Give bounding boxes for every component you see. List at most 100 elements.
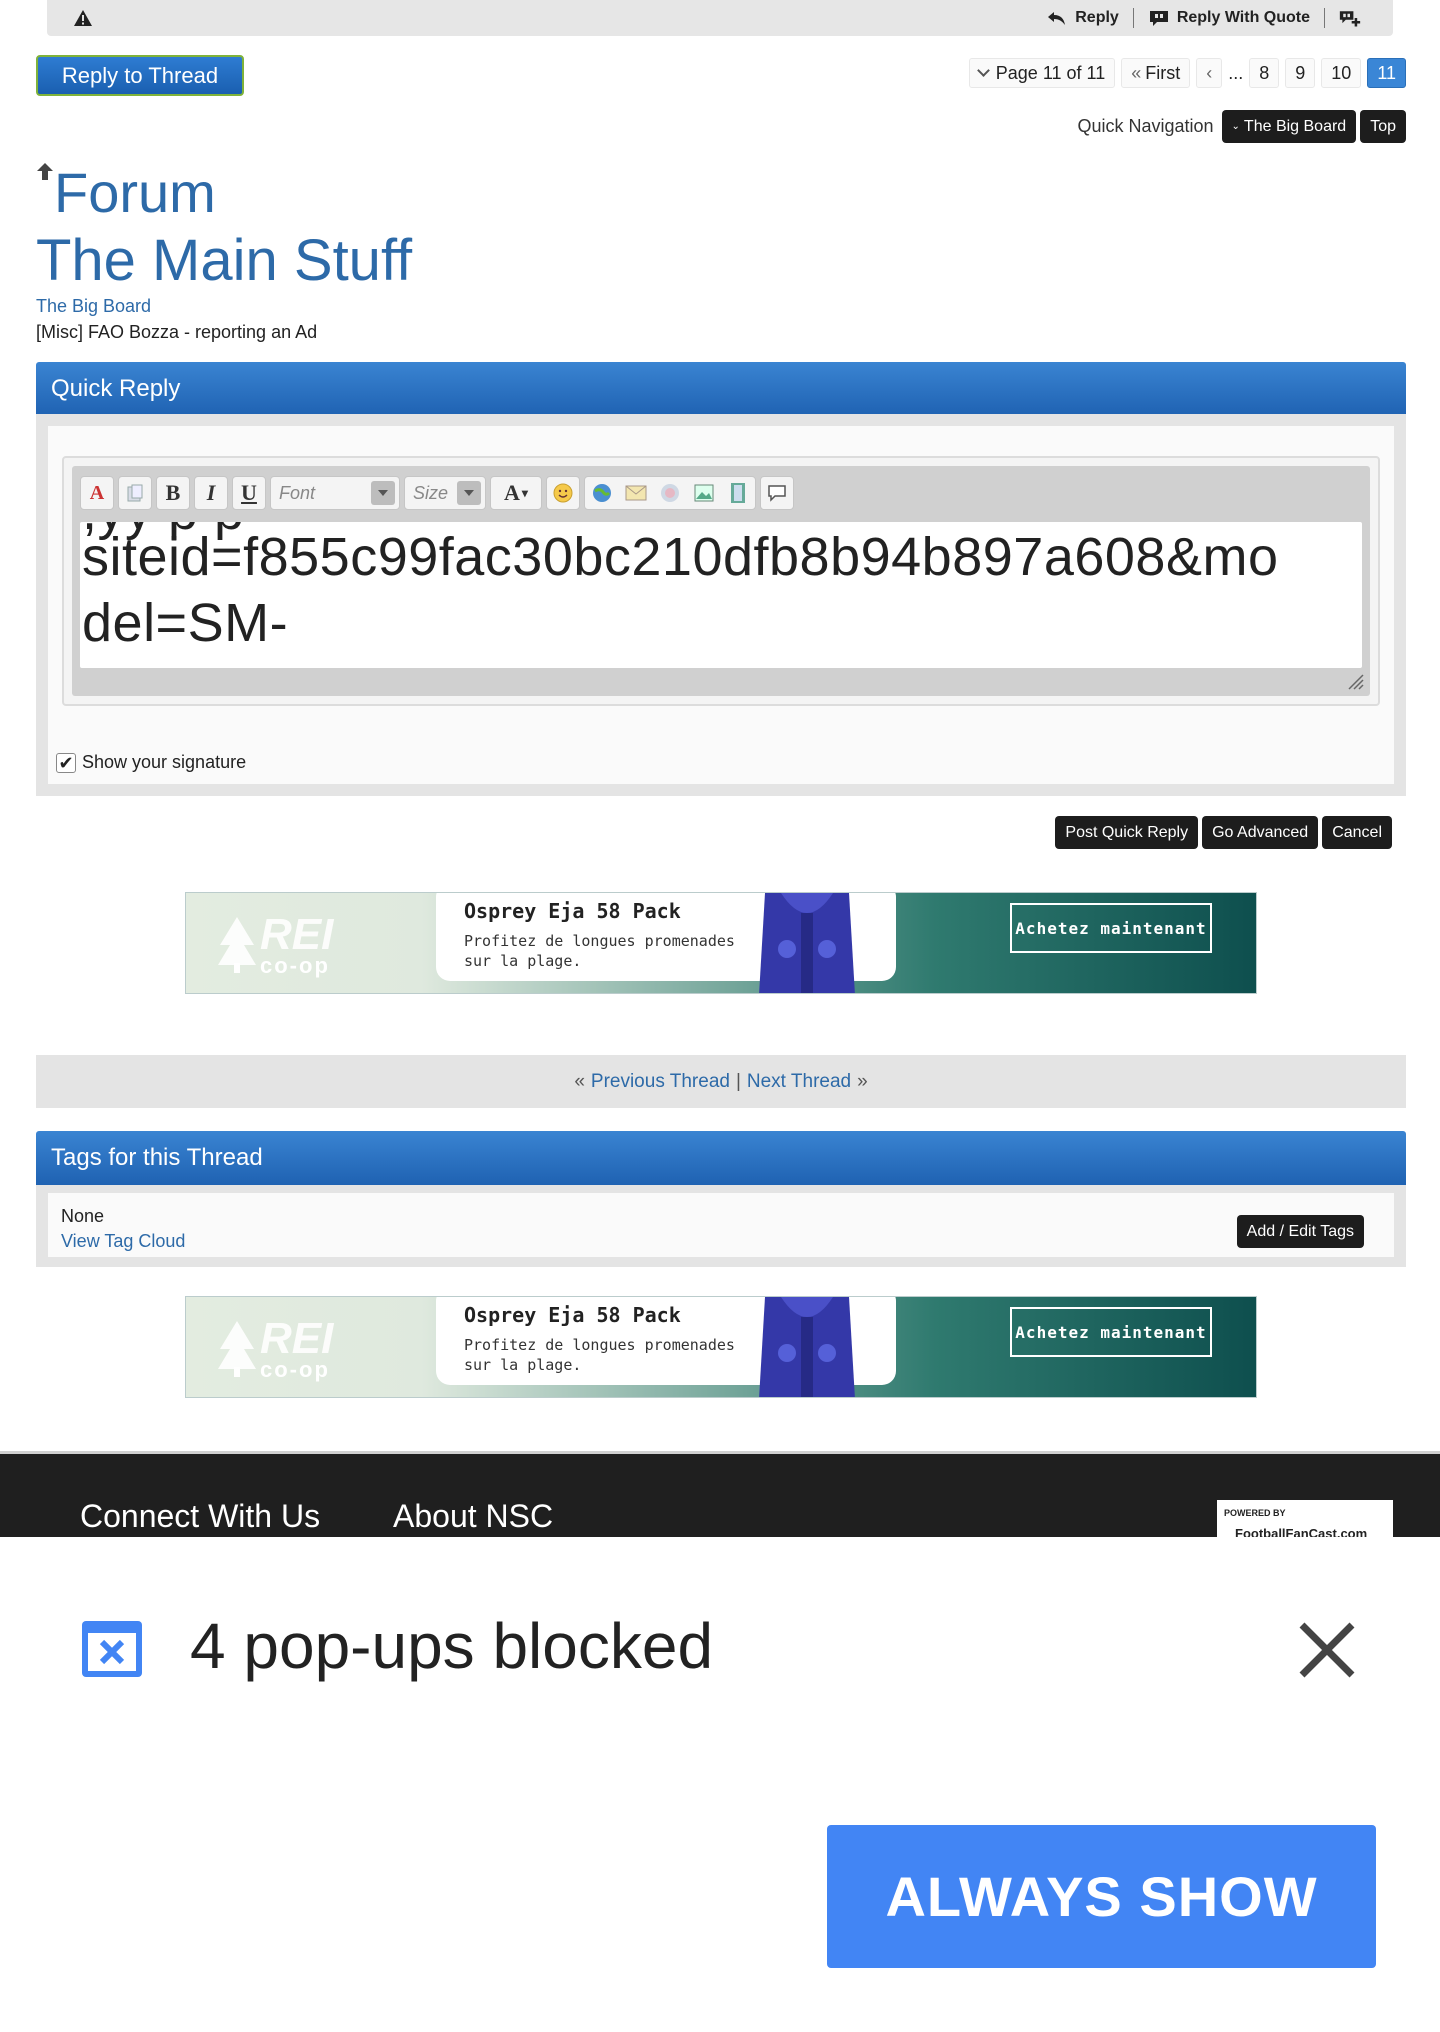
- page-link[interactable]: 10: [1321, 58, 1362, 88]
- breadcrumb-board-link[interactable]: The Big Board: [36, 296, 151, 317]
- editor-frame: A B I U Font Size A ▾ siteid=f855c99fac3…: [62, 456, 1380, 706]
- italic-button[interactable]: I: [194, 476, 228, 510]
- reply-textarea[interactable]: ,yy p p siteid=f855c99fac30bc210dfb8b94b…: [80, 522, 1362, 668]
- first-label: First: [1145, 62, 1181, 83]
- bold-button[interactable]: B: [156, 476, 190, 510]
- ad-tagline: Profitez de longues promenades sur la pl…: [464, 1336, 735, 1374]
- insert-video-icon[interactable]: [721, 476, 755, 510]
- go-advanced-button[interactable]: Go Advanced: [1202, 816, 1319, 849]
- text-color-button[interactable]: A ▾: [490, 476, 542, 510]
- reply-with-quote-label: Reply With Quote: [1176, 9, 1310, 26]
- quote-icon[interactable]: [760, 476, 794, 510]
- chevron-left-icon: ‹: [1206, 62, 1213, 83]
- ad-brand-name: REI: [260, 910, 334, 959]
- quick-navigation: Quick Navigation ⌄ The Big Board Top: [1077, 110, 1406, 143]
- email-icon[interactable]: [619, 476, 653, 510]
- page-title[interactable]: The Main Stuff: [36, 226, 412, 296]
- textarea-line: siteid=f855c99fac30bc210dfb8b94b897a608&…: [82, 527, 1279, 587]
- tree-icon: [218, 1321, 256, 1377]
- double-chevron-left-icon: «: [1131, 62, 1142, 83]
- reply-with-quote-link[interactable]: Reply With Quote: [1134, 9, 1324, 27]
- advertisement-banner[interactable]: REI co-op Osprey Eja 58 Pack Profitez de…: [185, 1296, 1257, 1398]
- ad-product-title: Osprey Eja 58 Pack: [464, 899, 681, 923]
- first-page-link[interactable]: « First: [1121, 58, 1191, 88]
- quick-nav-board-dropdown[interactable]: ⌄ The Big Board: [1221, 110, 1357, 143]
- add-edit-tags-button[interactable]: Add / Edit Tags: [1236, 1215, 1364, 1248]
- advertisement-banner[interactable]: REI co-op Osprey Eja 58 Pack Profitez de…: [185, 892, 1257, 994]
- page-link[interactable]: 8: [1249, 58, 1280, 88]
- insert-image-icon[interactable]: [687, 476, 721, 510]
- textarea-line: del=SM-: [82, 593, 289, 653]
- backpack-image: [759, 1297, 855, 1397]
- resize-grip-icon[interactable]: [1346, 672, 1364, 690]
- smiley-icon[interactable]: [546, 476, 580, 510]
- quote-bubble-icon: [1149, 11, 1168, 26]
- chevron-down-icon: [457, 481, 481, 505]
- up-arrow-icon[interactable]: [36, 162, 54, 182]
- connect-with-us-link[interactable]: Connect With Us: [80, 1498, 320, 1535]
- top-button[interactable]: Top: [1360, 110, 1406, 143]
- remove-format-icon[interactable]: A: [80, 476, 114, 510]
- unlink-icon[interactable]: [653, 476, 687, 510]
- tags-none-text: None: [61, 1206, 105, 1226]
- page-link[interactable]: 9: [1285, 58, 1316, 88]
- ad-cta-button[interactable]: Achetez maintenant: [1010, 903, 1212, 953]
- prev-page-button[interactable]: ‹: [1196, 58, 1223, 88]
- show-signature-label: Show your signature: [82, 752, 247, 772]
- previous-thread-link[interactable]: Previous Thread: [591, 1071, 730, 1093]
- ad-brand-logo: REI co-op: [216, 901, 346, 981]
- link-globe-icon[interactable]: [585, 476, 619, 510]
- powered-by-label: POWERED BY: [1224, 1508, 1286, 1518]
- quick-reply-title: Quick Reply: [51, 375, 181, 402]
- footballfancast-badge[interactable]: POWERED BY FootballFanCast.com: [1217, 1500, 1393, 1540]
- popup-blocked-message: 4 pop-ups blocked: [190, 1610, 714, 1682]
- breadcrumb-forum-link[interactable]: Forum: [54, 160, 216, 226]
- font-select[interactable]: Font: [270, 476, 400, 510]
- quick-reply-header: Quick Reply: [36, 362, 1406, 416]
- reply-link[interactable]: Reply: [1032, 9, 1133, 27]
- next-thread-link[interactable]: Next Thread: [747, 1071, 851, 1093]
- popup-blocked-icon: [82, 1621, 142, 1677]
- current-page: 11: [1367, 58, 1406, 88]
- backpack-image: [759, 893, 855, 993]
- quick-reply-actions: Post Quick Reply Go Advanced Cancel: [1055, 816, 1392, 849]
- ad-brand-sub: co-op: [260, 1357, 330, 1382]
- post-quick-reply-button[interactable]: Post Quick Reply: [1055, 816, 1199, 849]
- page-jump-dropdown[interactable]: Page 11 of 11: [968, 58, 1116, 88]
- close-icon[interactable]: [1296, 1619, 1358, 1681]
- tags-header: Tags for this Thread: [36, 1131, 1406, 1185]
- report-warning-icon[interactable]: [73, 9, 93, 27]
- chevron-down-icon: [976, 64, 990, 77]
- laquo-glyph: «: [574, 1070, 585, 1092]
- reply-arrow-icon: [1048, 12, 1066, 25]
- pagination-ellipsis: ...: [1228, 62, 1244, 83]
- cancel-button[interactable]: Cancel: [1322, 816, 1392, 849]
- reply-to-thread-button[interactable]: Reply to Thread: [36, 55, 244, 96]
- font-select-value: Font: [279, 482, 316, 503]
- size-select[interactable]: Size: [404, 476, 486, 510]
- show-signature-checkbox[interactable]: ✔: [56, 752, 76, 773]
- multi-quote-link[interactable]: [1325, 9, 1375, 27]
- tags-title: Tags for this Thread: [51, 1144, 263, 1171]
- quick-reply-panel: A B I U Font Size A ▾ siteid=f855c99fac3…: [36, 414, 1406, 796]
- show-signature-row: ✔ Show your signature: [56, 752, 246, 773]
- quick-nav-board-label: The Big Board: [1243, 117, 1347, 135]
- pagination: Page 11 of 11 « First ‹ ... 8 9 10 11: [968, 58, 1406, 88]
- paste-icon[interactable]: [118, 476, 152, 510]
- ad-brand-sub: co-op: [260, 953, 330, 978]
- quick-nav-label: Quick Navigation: [1077, 116, 1214, 136]
- always-show-button[interactable]: ALWAYS SHOW: [827, 1825, 1376, 1968]
- size-select-value: Size: [413, 482, 449, 503]
- tags-inner: None View Tag Cloud Add / Edit Tags: [48, 1193, 1394, 1257]
- chevron-down-icon: ⌄: [1231, 121, 1240, 132]
- thread-nav-separator: |: [735, 1070, 741, 1092]
- view-tag-cloud-link[interactable]: View Tag Cloud: [61, 1231, 185, 1252]
- chevron-down-icon: [371, 481, 395, 505]
- ad-cta-button[interactable]: Achetez maintenant: [1010, 1307, 1212, 1357]
- ad-product-title: Osprey Eja 58 Pack: [464, 1303, 681, 1327]
- editor-toolbar: A B I U Font Size A ▾: [76, 470, 1366, 516]
- about-nsc-link[interactable]: About NSC: [393, 1498, 553, 1535]
- underline-button[interactable]: U: [232, 476, 266, 510]
- site-footer: Connect With Us About NSC POWERED BY Foo…: [0, 1451, 1440, 1540]
- multi-quote-plus-icon: [1339, 11, 1361, 27]
